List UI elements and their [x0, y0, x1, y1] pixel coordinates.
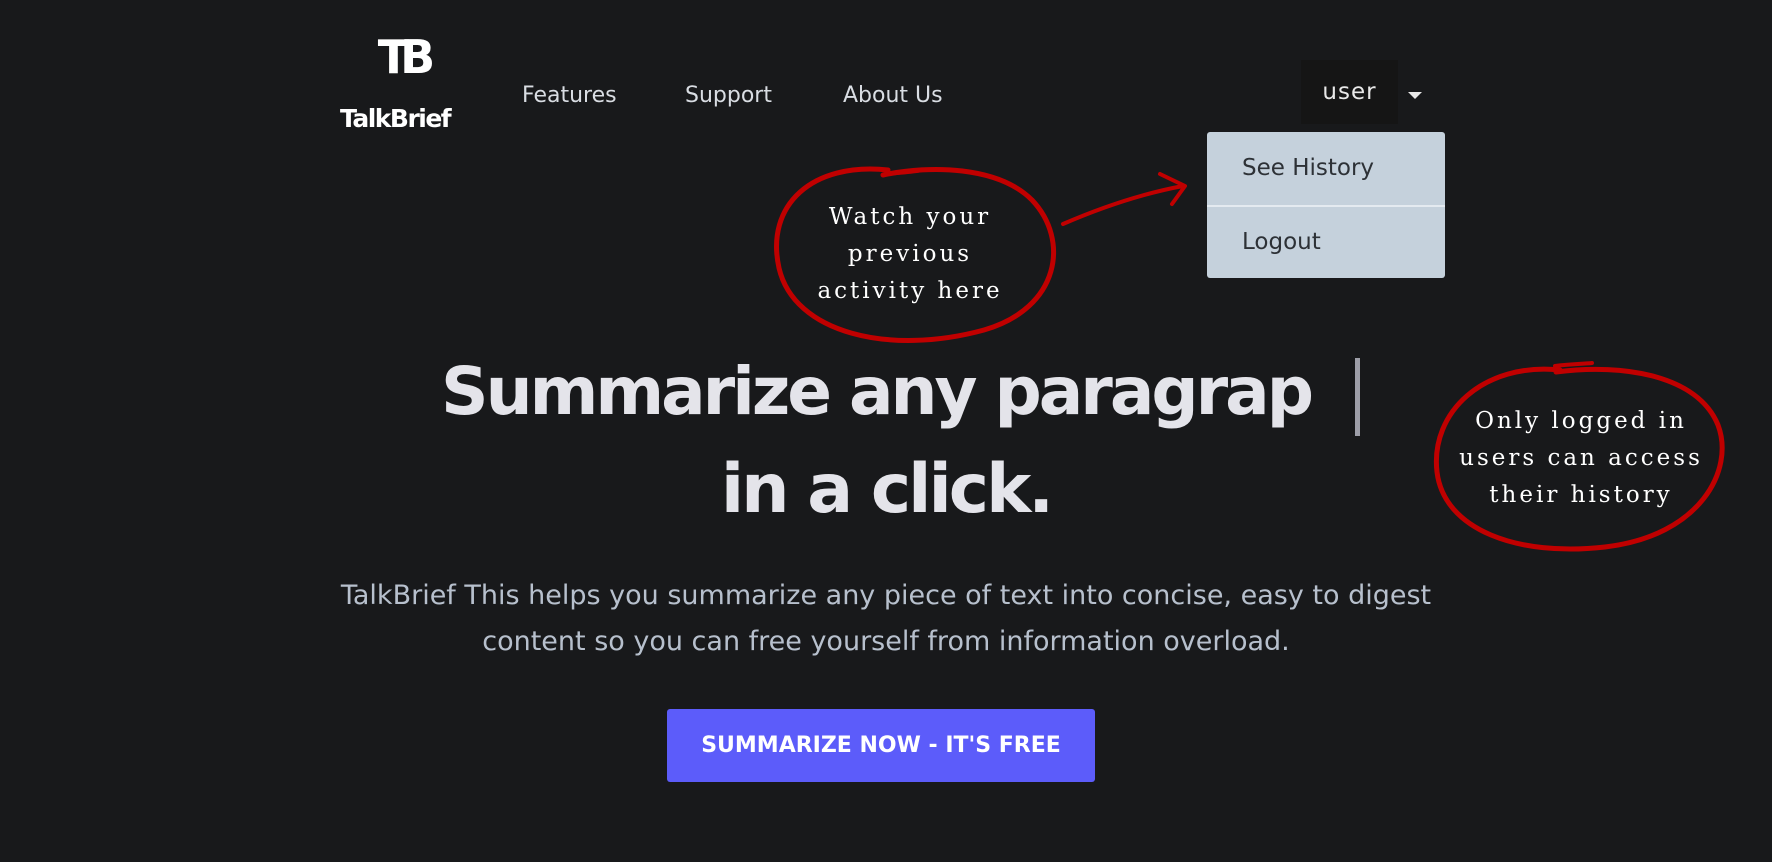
annotation-history-line: Watch your: [828, 204, 992, 230]
annotation-tail-history: [886, 168, 924, 176]
hero-headline-line1: Summarize any paragrap: [441, 353, 1314, 430]
brand-logo[interactable]: TB TalkBrief: [336, 32, 476, 133]
user-dropdown-menu: See History Logout: [1207, 132, 1445, 278]
logo-mark-icon: TB: [377, 30, 435, 84]
hero-subtitle-line: content so you can free yourself from in…: [482, 626, 1290, 657]
nav-link-about-us[interactable]: About Us: [843, 83, 943, 108]
brand-name: TalkBrief: [340, 104, 452, 133]
annotation-arrowhead: [1158, 172, 1187, 206]
typing-cursor: [1355, 358, 1360, 436]
annotation-history-line: previous: [847, 241, 973, 267]
annotation-history: Watch your previous activity here: [780, 199, 1040, 310]
annotation-arrow: [1061, 184, 1185, 226]
chevron-down-icon[interactable]: [1408, 92, 1422, 99]
nav-link-support[interactable]: Support: [685, 83, 772, 108]
hero-headline-line2: in a click.: [720, 450, 1054, 529]
annotation-history-line: activity here: [817, 278, 1003, 304]
nav-link-features[interactable]: Features: [522, 83, 617, 108]
menu-item-see-history[interactable]: See History: [1207, 132, 1445, 205]
summarize-now-button[interactable]: SUMMARIZE NOW - IT'S FREE: [667, 709, 1095, 782]
hero-subtitle: TalkBrief This helps you summarize any p…: [300, 573, 1472, 665]
user-menu-button[interactable]: user: [1301, 60, 1398, 124]
menu-item-logout[interactable]: Logout: [1207, 205, 1445, 278]
hero-subtitle-line: TalkBrief This helps you summarize any p…: [340, 580, 1432, 611]
